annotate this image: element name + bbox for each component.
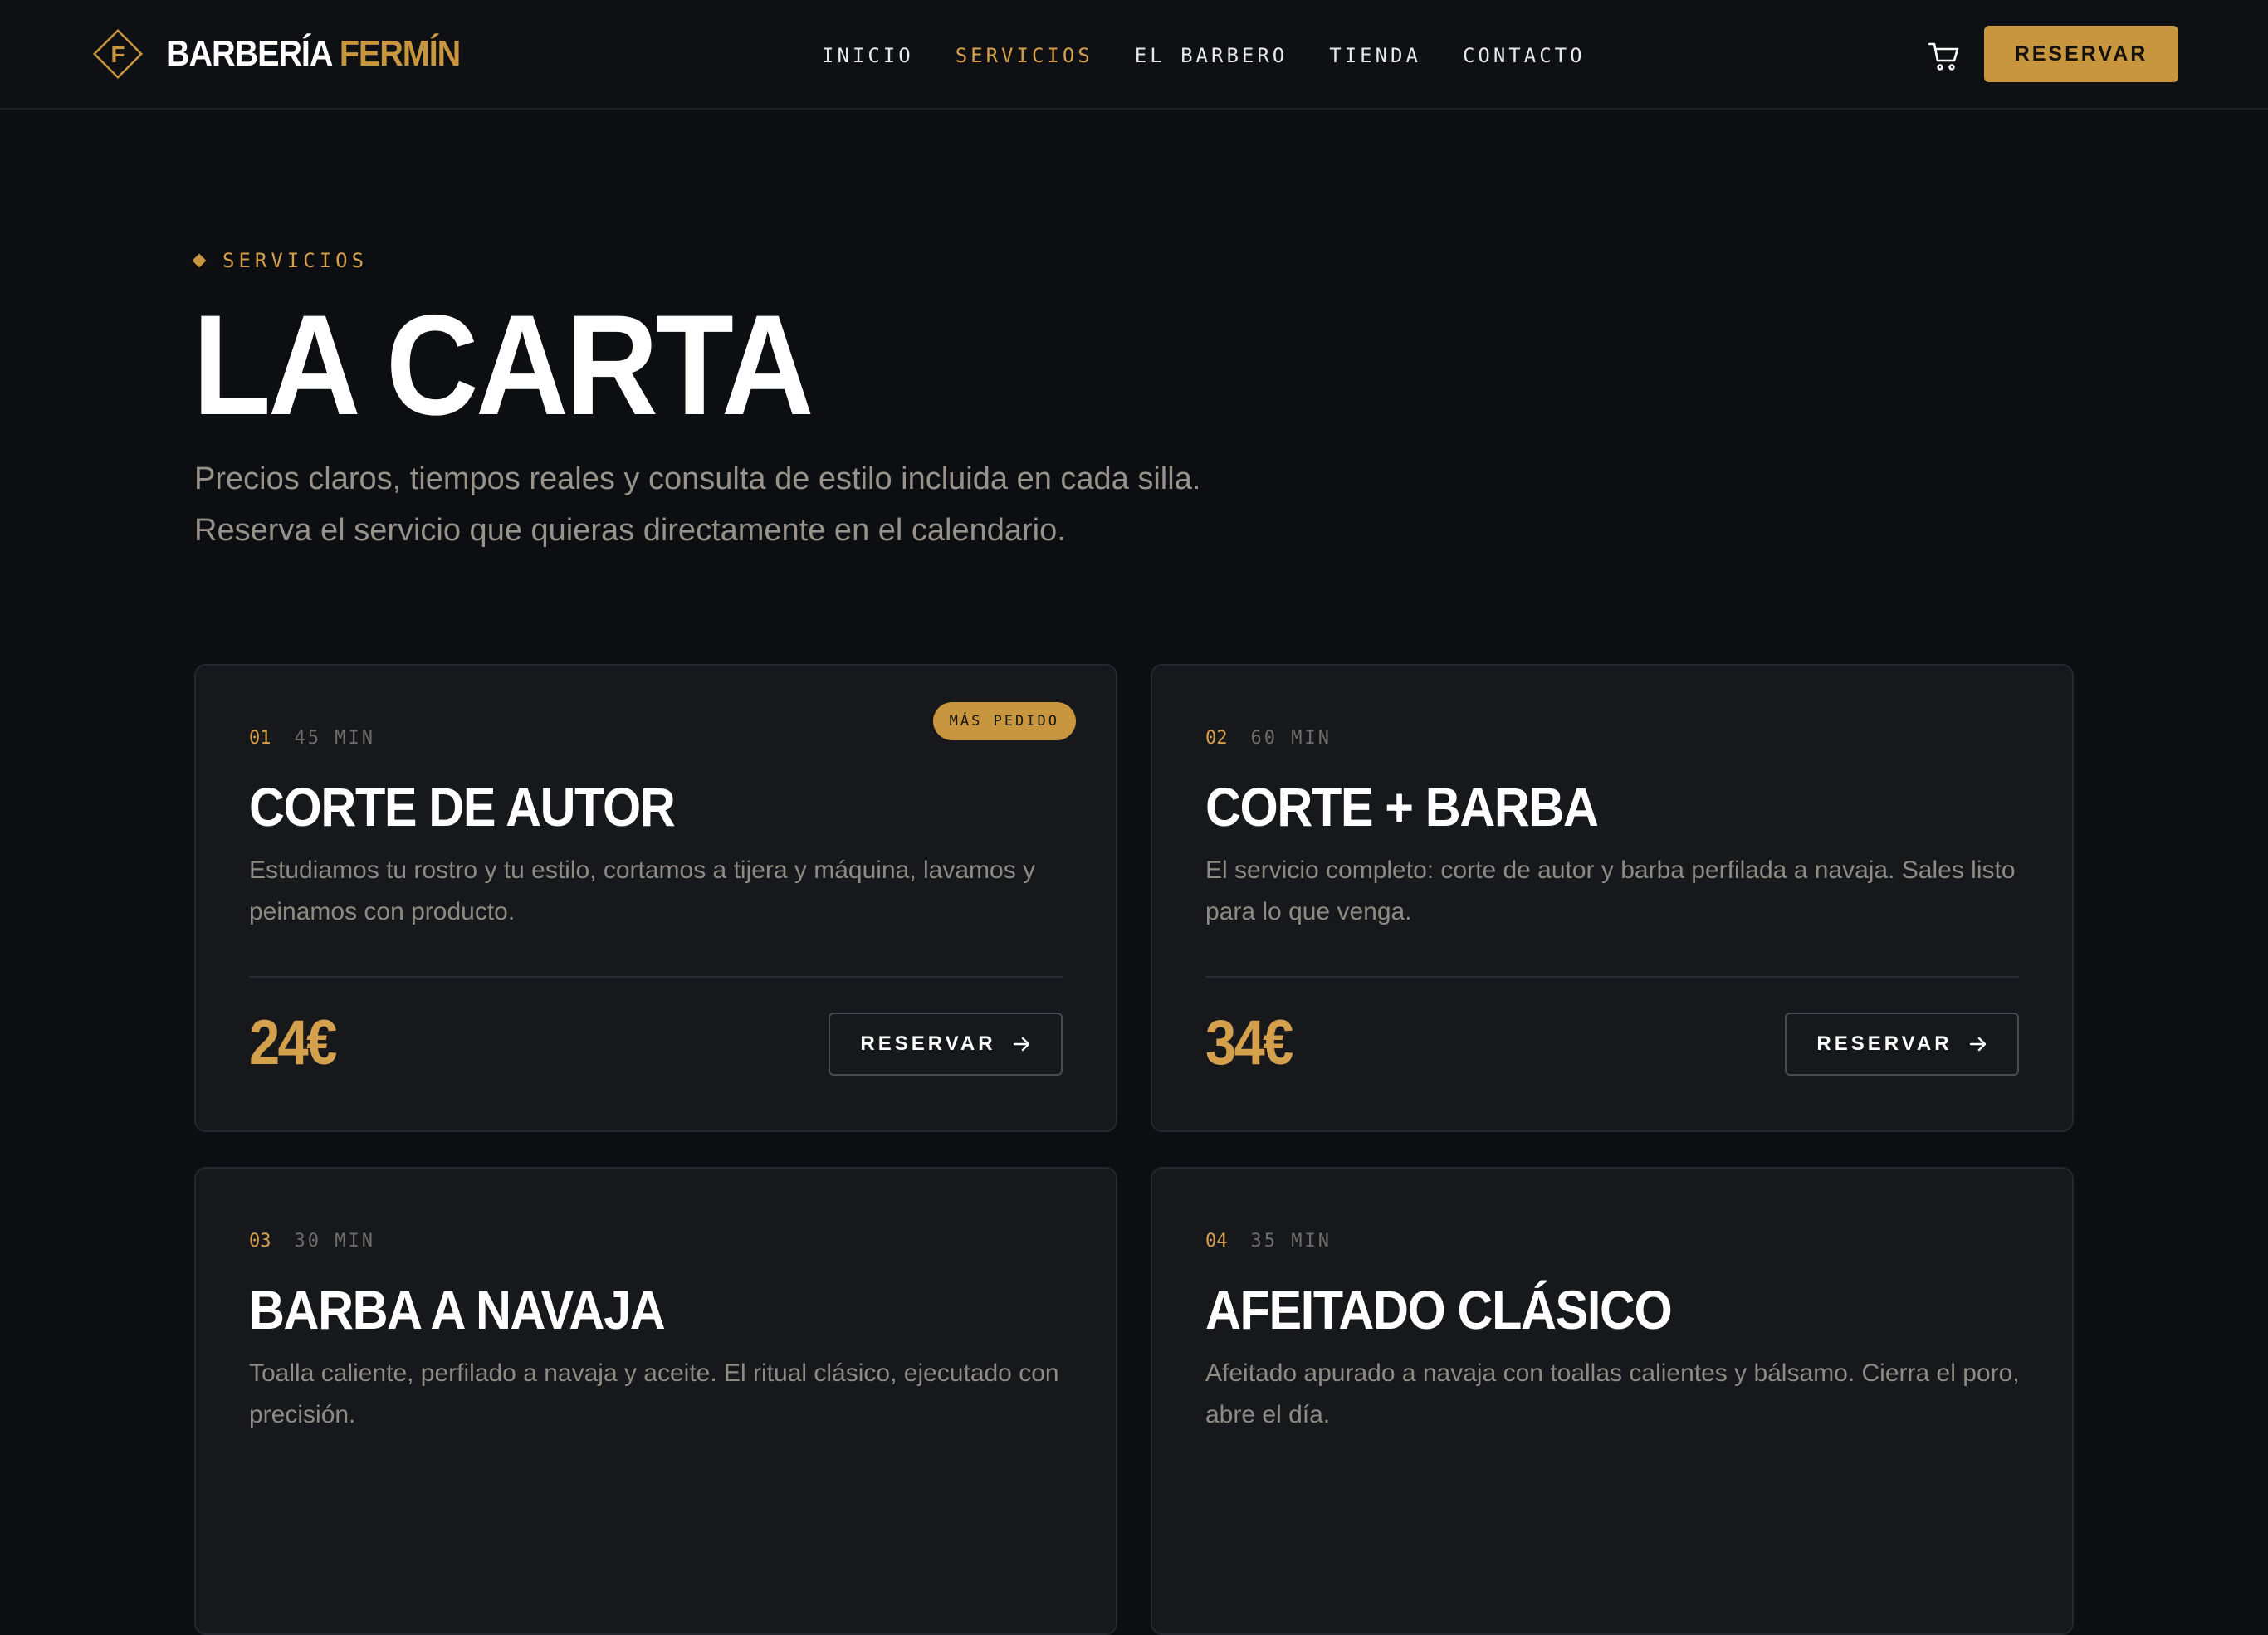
service-duration: 35 MIN [1250,1231,1332,1252]
service-duration: 60 MIN [1250,728,1332,749]
page-subtitle: Precios claros, tiempos reales y consult… [194,453,1273,556]
nav-item-el-barbero[interactable]: EL BARBERO [1135,41,1288,70]
popular-badge: MÁS PEDIDO [932,702,1076,740]
logo-mark-letter: F [110,41,125,67]
service-duration: 30 MIN [294,1231,375,1252]
cart-icon[interactable] [1928,40,1961,71]
service-description: Toalla caliente, perfilado a navaja y ac… [249,1359,1059,1428]
nav-item-servicios[interactable]: SERVICIOS [956,41,1093,70]
header-reserve-button[interactable]: RESERVAR [1984,26,2178,82]
arrow-right-icon [1969,1037,1986,1052]
brand-name-gold: FERMÍN [339,33,461,74]
service-duration: 45 MIN [294,728,375,749]
service-description: Estudiamos tu rostro y tu estilo, cortam… [249,857,1036,925]
service-meta: 02 60 MIN [1205,727,1332,750]
service-title: BARBA A NAVAJA [249,1279,666,1340]
service-number: 02 [1205,728,1228,749]
brand-name-white: BARBERÍA [166,33,332,74]
diamond-bullet-icon [192,253,207,268]
reserve-button-label: RESERVAR [1816,1032,1953,1055]
service-title: CORTE DE AUTOR [249,776,676,837]
service-card: 02 60 MIN CORTE + BARBA El servicio comp… [1151,664,2074,1132]
section-eyebrow: SERVICIOS [192,249,369,272]
service-meta: 01 45 MIN [249,727,375,750]
eyebrow-label: SERVICIOS [222,249,369,272]
site-header: F BARBERÍA FERMÍN INICIO SERVICIOS EL BA… [0,0,2268,110]
service-reserve-button[interactable]: RESERVAR [1785,1013,2019,1076]
arrow-right-icon [1013,1037,1029,1052]
subtitle-line-1: Precios claros, tiempos reales y consult… [194,461,1201,496]
brand-name: BARBERÍA FERMÍN [166,33,461,75]
service-meta: 04 35 MIN [1205,1230,1332,1253]
brand-logo[interactable]: F BARBERÍA FERMÍN [90,26,492,82]
service-number: 03 [249,1231,271,1252]
service-title: CORTE + BARBA [1205,776,1599,837]
service-title: AFEITADO CLÁSICO [1205,1279,1673,1340]
service-meta: 03 30 MIN [249,1230,375,1253]
reserve-button-label: RESERVAR [860,1032,996,1055]
nav-item-contacto[interactable]: CONTACTO [1463,41,1586,70]
page-title: LA CARTA [193,286,814,445]
service-number: 04 [1205,1231,1228,1252]
card-divider [1205,976,2019,978]
nav-item-tienda[interactable]: TIENDA [1329,41,1421,70]
service-price: 24€ [249,1008,337,1078]
card-divider [249,976,1063,978]
service-price: 34€ [1205,1008,1293,1078]
service-number: 01 [249,728,271,749]
service-card: 01 45 MIN MÁS PEDIDO CORTE DE AUTOR Estu… [194,664,1117,1132]
nav-item-inicio[interactable]: INICIO [822,41,914,70]
main-nav: INICIO SERVICIOS EL BARBERO TIENDA CONTA… [822,41,1627,70]
service-card: 03 30 MIN BARBA A NAVAJA Toalla caliente… [194,1167,1117,1635]
subtitle-line-2: Reserva el servicio que quieras directam… [194,513,1066,548]
service-card: 04 35 MIN AFEITADO CLÁSICO Afeitado apur… [1151,1167,2074,1635]
service-reserve-button[interactable]: RESERVAR [829,1013,1063,1076]
service-description: Afeitado apurado a navaja con toallas ca… [1205,1359,2020,1428]
service-description: El servicio completo: corte de autor y b… [1205,857,2016,925]
logo-diamond-icon: F [90,26,146,82]
